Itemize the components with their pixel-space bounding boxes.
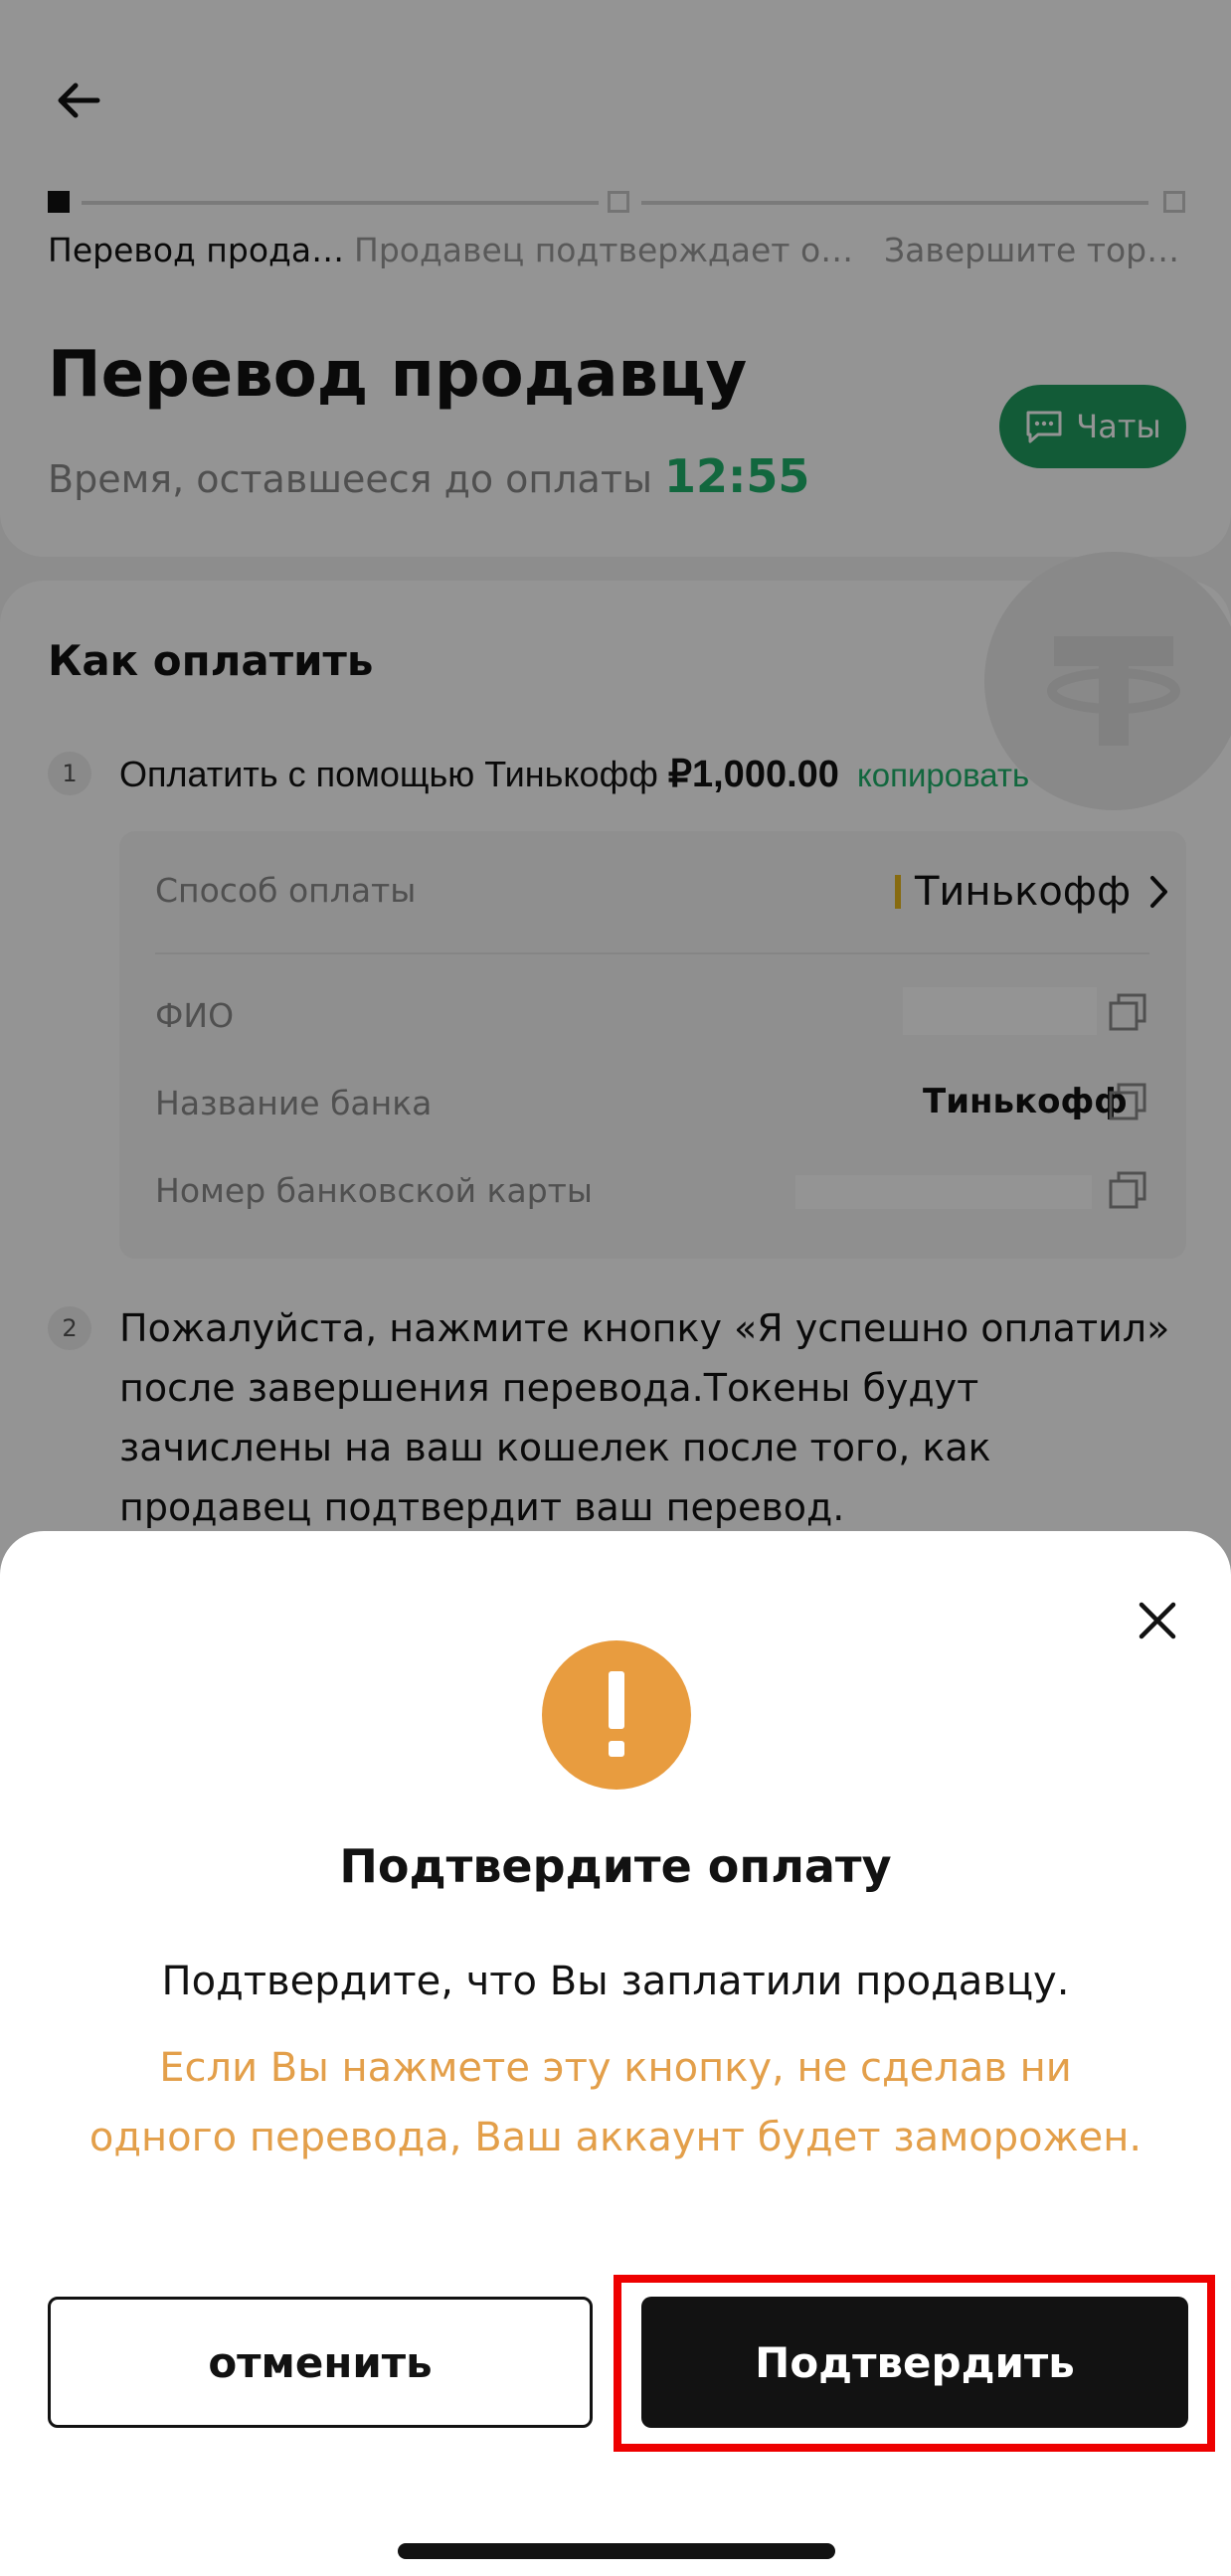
close-icon xyxy=(1139,1602,1176,1639)
cancel-button[interactable]: отменить xyxy=(48,2297,593,2428)
confirm-payment-dialog: Подтвердите оплату Подтвердите, что Вы з… xyxy=(0,1531,1231,2576)
dialog-warning: Если Вы нажмете эту кнопку, не сделав ни… xyxy=(88,2045,1143,2160)
home-indicator[interactable] xyxy=(398,2543,835,2559)
p2p-order-screen: Перевод продавцу Продавец подтверждает о… xyxy=(0,0,1231,2576)
dialog-description: Подтвердите, что Вы заплатили продавцу. xyxy=(161,1959,1070,2004)
exclamation-icon xyxy=(542,1640,691,1790)
close-dialog-button[interactable] xyxy=(1128,1591,1187,1650)
highlight-annotation-box xyxy=(614,2275,1215,2452)
dialog-title: Подтвердите оплату xyxy=(339,1839,892,1893)
